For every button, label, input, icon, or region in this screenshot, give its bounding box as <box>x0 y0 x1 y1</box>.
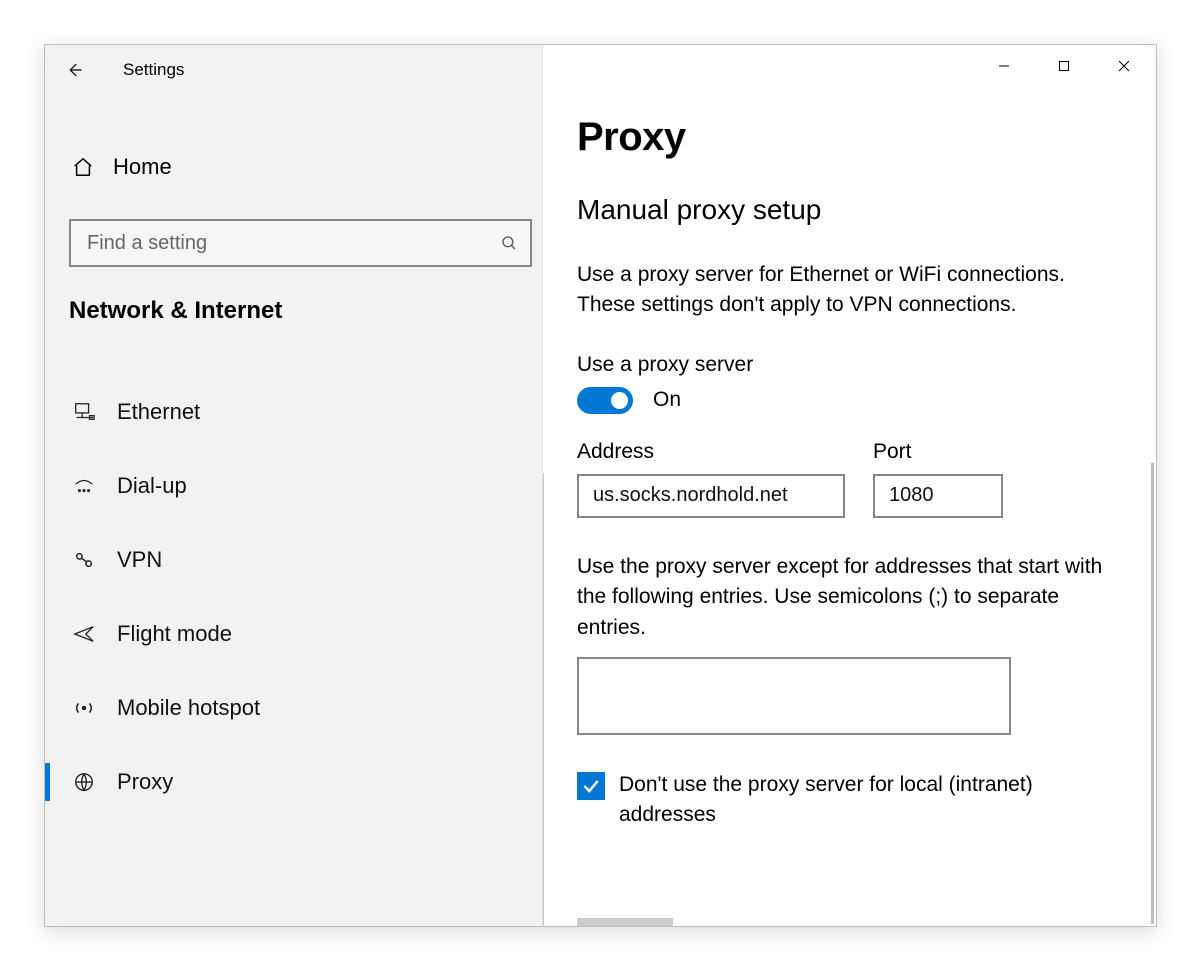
home-icon <box>71 155 95 179</box>
inner-scrollbar[interactable] <box>543 473 544 926</box>
toggle-knob <box>611 392 628 409</box>
address-input[interactable] <box>577 474 845 518</box>
close-icon <box>1118 60 1130 72</box>
exceptions-description: Use the proxy server except for addresse… <box>577 552 1122 643</box>
sidebar-item-mobile-hotspot[interactable]: Mobile hotspot <box>45 671 542 745</box>
sidebar-item-label: Flight mode <box>117 621 232 647</box>
sidebar-item-dial-up[interactable]: Dial-up <box>45 449 542 523</box>
vpn-icon <box>71 547 97 573</box>
sidebar-item-label: Ethernet <box>117 399 200 425</box>
sidebar-home[interactable]: Home <box>45 145 542 189</box>
search-input[interactable] <box>85 231 500 256</box>
section-title: Manual proxy setup <box>577 194 1122 226</box>
sidebar-item-proxy[interactable]: Proxy <box>45 745 542 819</box>
back-button[interactable] <box>55 51 93 89</box>
maximize-icon <box>1058 60 1070 72</box>
use-proxy-toggle-row: On <box>577 387 1122 414</box>
bypass-local-label: Don't use the proxy server for local (in… <box>619 770 1117 829</box>
section-description: Use a proxy server for Ethernet or WiFi … <box>577 260 1122 321</box>
hotspot-icon <box>71 695 97 721</box>
ethernet-icon <box>71 399 97 425</box>
port-input[interactable] <box>873 474 1003 518</box>
arrow-left-icon <box>65 61 83 79</box>
bypass-local-row: Don't use the proxy server for local (in… <box>577 770 1117 829</box>
sidebar-nav: Ethernet Dial-up VPN <box>45 375 542 819</box>
app-title: Settings <box>123 60 184 80</box>
bypass-local-checkbox[interactable] <box>577 772 605 800</box>
page-title: Proxy <box>577 115 1122 160</box>
content: Proxy Manual proxy setup Use a proxy ser… <box>543 45 1156 829</box>
address-label: Address <box>577 440 845 464</box>
minimize-icon <box>998 60 1010 72</box>
sidebar-item-label: Mobile hotspot <box>117 695 260 721</box>
port-label: Port <box>873 440 1003 464</box>
scrollbar[interactable] <box>1151 463 1154 924</box>
maximize-button[interactable] <box>1034 47 1094 85</box>
settings-window: Settings Home Network & Internet <box>44 44 1157 927</box>
close-button[interactable] <box>1094 47 1154 85</box>
dial-up-icon <box>71 473 97 499</box>
use-proxy-toggle[interactable] <box>577 387 633 414</box>
airplane-icon <box>71 621 97 647</box>
sidebar-item-flight-mode[interactable]: Flight mode <box>45 597 542 671</box>
exceptions-input[interactable] <box>577 657 1011 735</box>
search-icon <box>500 234 518 252</box>
toggle-state-label: On <box>653 388 681 412</box>
sidebar-item-label: Dial-up <box>117 473 187 499</box>
main-pane: Proxy Manual proxy setup Use a proxy ser… <box>543 45 1156 926</box>
minimize-button[interactable] <box>974 47 1034 85</box>
sidebar-item-label: VPN <box>117 547 162 573</box>
globe-icon <box>71 769 97 795</box>
sidebar-section-title: Network & Internet <box>69 297 542 325</box>
titlebar-left: Settings <box>45 45 542 81</box>
sidebar-item-ethernet[interactable]: Ethernet <box>45 375 542 449</box>
search-box[interactable] <box>69 219 532 267</box>
save-button-partial[interactable] <box>577 918 673 926</box>
sidebar-item-vpn[interactable]: VPN <box>45 523 542 597</box>
sidebar-home-label: Home <box>113 154 172 180</box>
window-controls <box>974 47 1154 85</box>
sidebar-item-label: Proxy <box>117 769 173 795</box>
check-icon <box>581 776 601 796</box>
sidebar: Settings Home Network & Internet <box>45 45 543 926</box>
address-port-row: Address Port <box>577 440 1122 518</box>
use-proxy-label: Use a proxy server <box>577 353 1122 377</box>
